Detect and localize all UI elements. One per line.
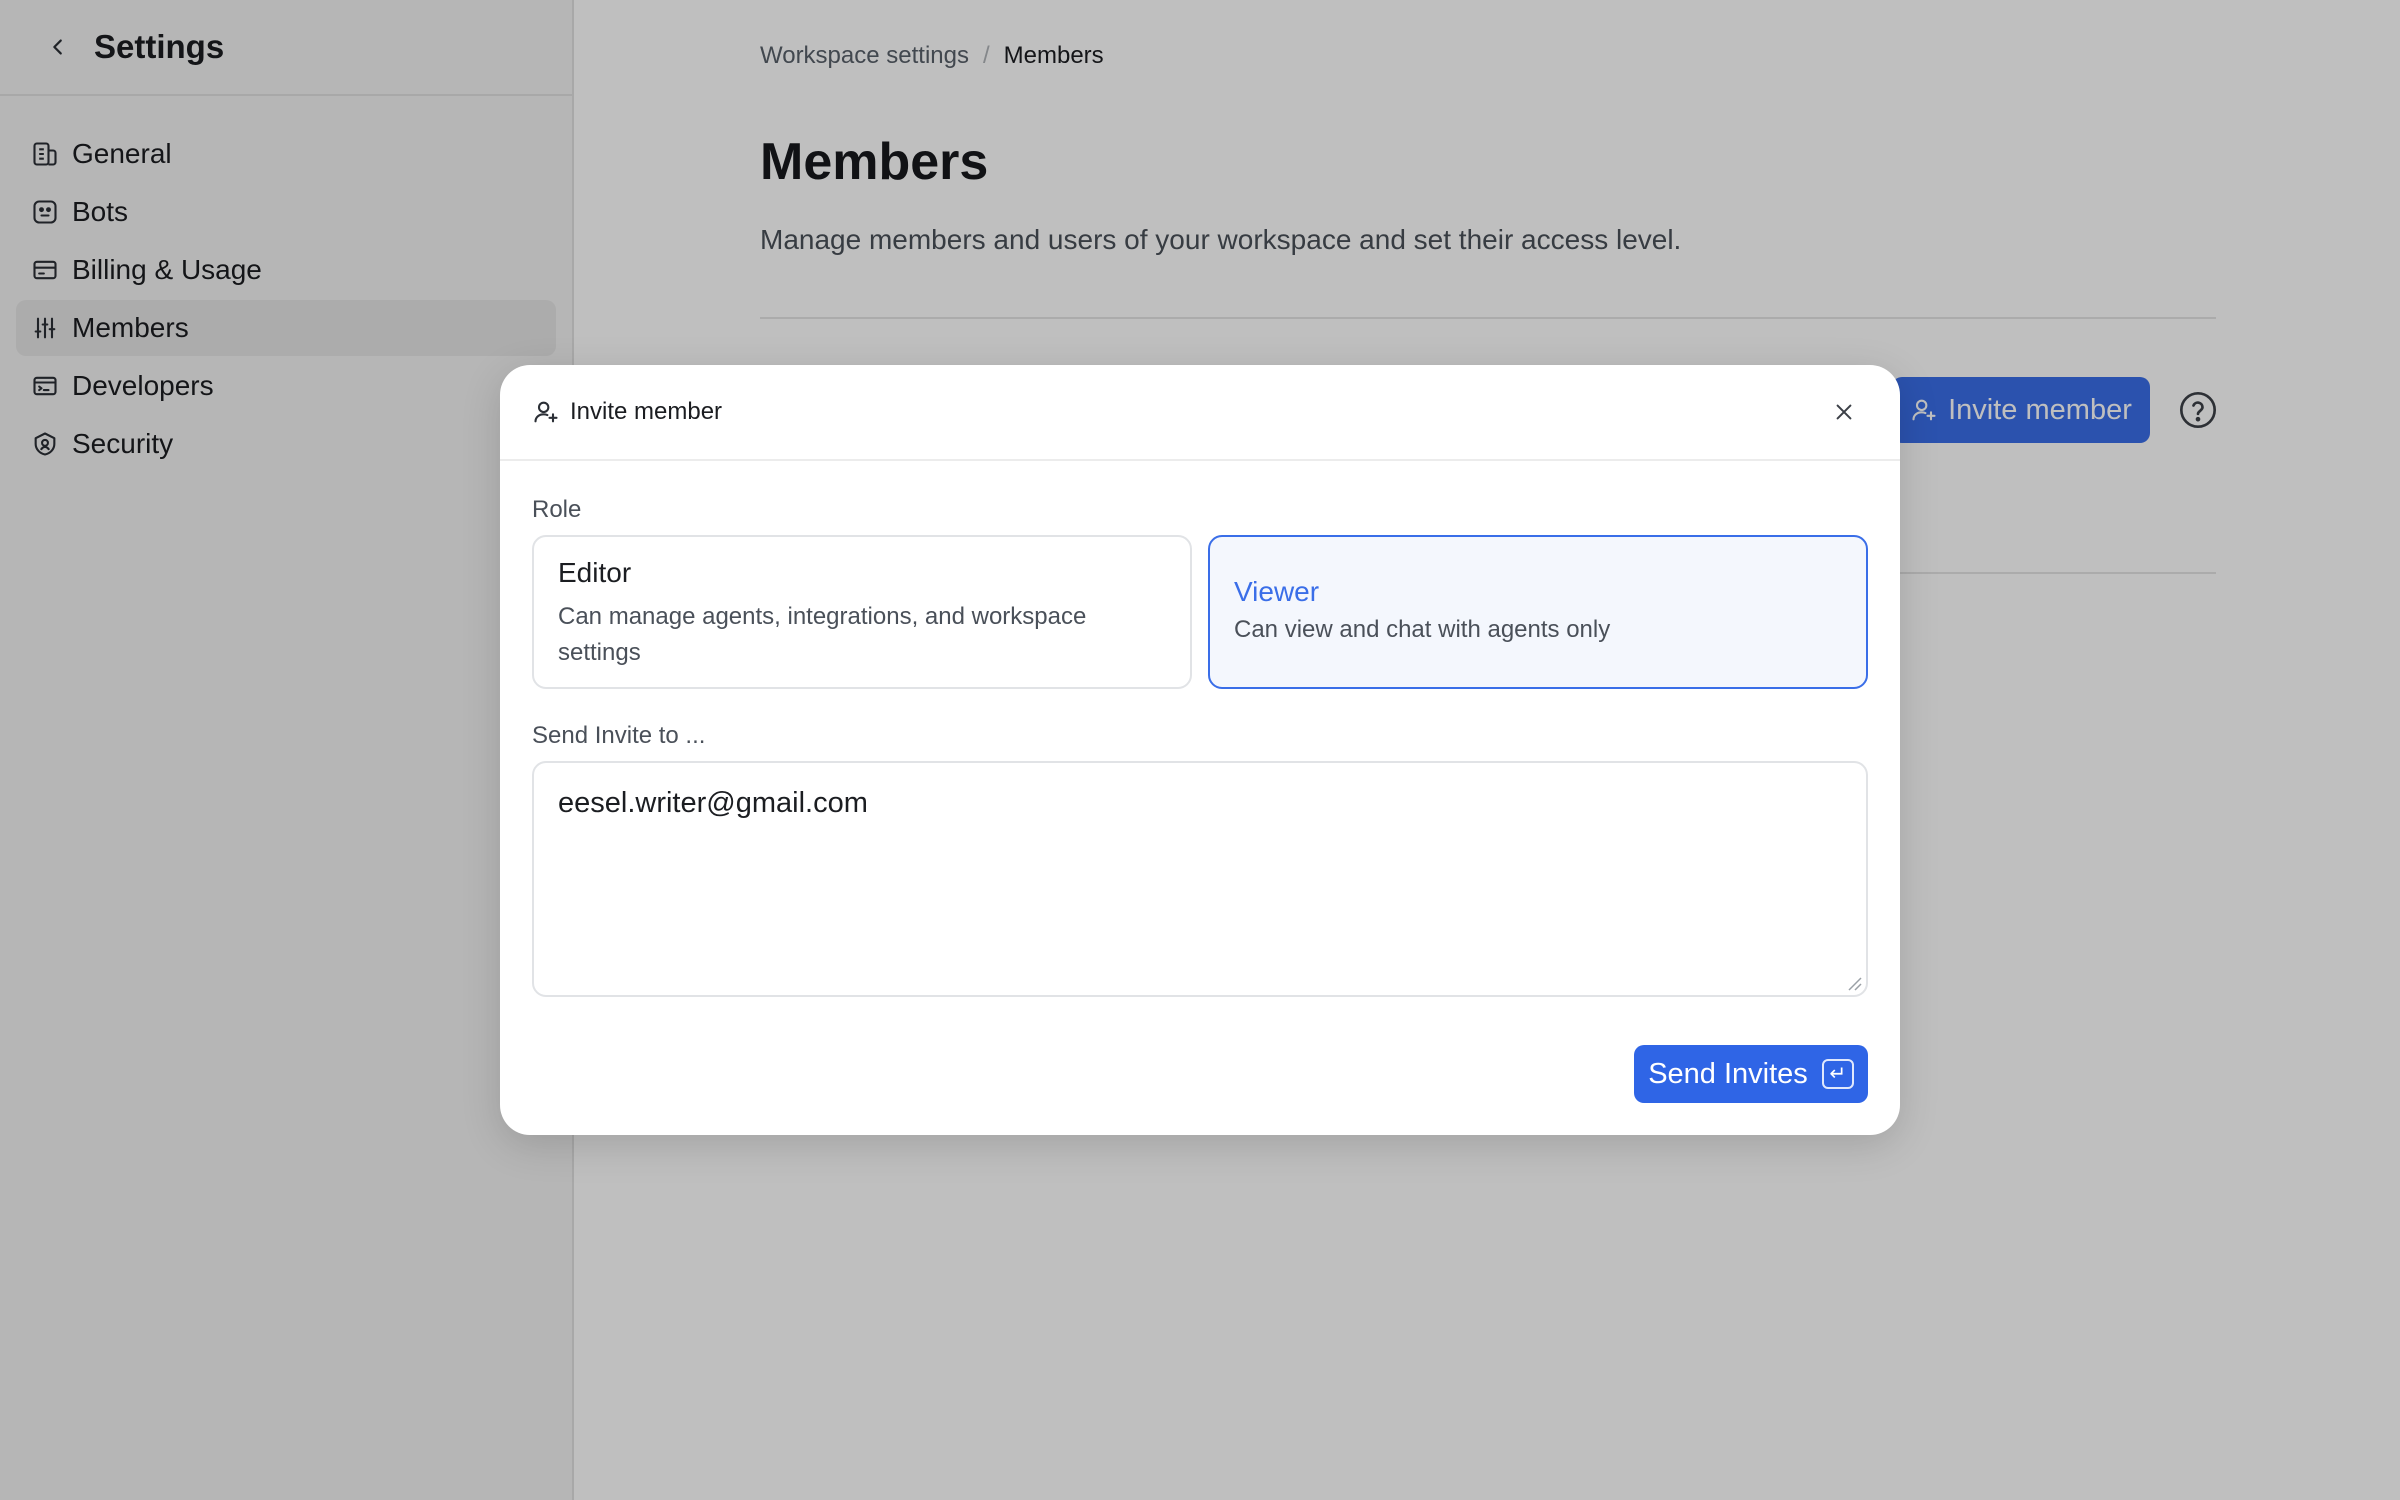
app-root: Settings General Bots Billing & Usage Me…: [0, 0, 2400, 1500]
email-value: eesel.writer@gmail.com: [558, 787, 868, 819]
user-plus-icon: [534, 401, 558, 423]
enter-key-icon: ↵: [1821, 1059, 1854, 1089]
close-icon: [1836, 404, 1852, 420]
send-invite-label: Send Invite to ...: [532, 722, 706, 749]
invite-member-modal: Invite member Role Editor Can manage age…: [500, 365, 1900, 1135]
role-name: Viewer: [1234, 576, 1320, 607]
role-description: Can view and chat with agents only: [1234, 616, 1611, 643]
email-input[interactable]: eesel.writer@gmail.com: [532, 761, 1868, 997]
modal-title: Invite member: [570, 398, 723, 425]
role-name: Editor: [558, 557, 632, 588]
close-button[interactable]: [1824, 392, 1864, 432]
role-label: Role: [532, 496, 582, 523]
resize-grip-icon[interactable]: [1844, 973, 1862, 991]
modal-header: Invite member: [500, 365, 1900, 461]
send-invites-label: Send Invites: [1648, 1057, 1808, 1090]
role-option-viewer[interactable]: Viewer Can view and chat with agents onl…: [1208, 535, 1868, 689]
send-invites-button[interactable]: Send Invites ↵: [1634, 1045, 1868, 1103]
role-option-editor[interactable]: Editor Can manage agents, integrations, …: [532, 535, 1192, 689]
role-description: Can manage agents, integrations, and wor…: [558, 603, 1087, 666]
